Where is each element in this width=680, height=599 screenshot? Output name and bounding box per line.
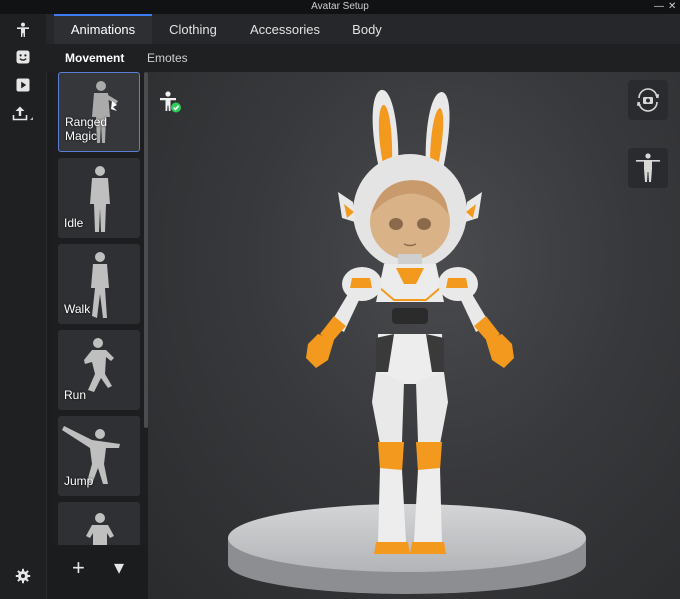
settings-rail-button[interactable] [11,564,35,588]
avatar-rail-button[interactable] [11,18,35,42]
window-title: Avatar Setup [311,1,369,12]
avatar-person-icon [17,22,29,37]
animation-card-ranged-magic[interactable]: Ranged Magic [58,72,140,152]
animation-card-label: Walk [64,302,91,316]
add-button[interactable]: + [72,557,85,579]
face-rail-button[interactable] [11,45,35,69]
play-rail-button[interactable] [11,73,35,97]
dropdown-button[interactable]: ▾ [114,557,124,579]
avatar-model [306,89,514,554]
tab-body[interactable]: Body [336,14,398,44]
face-icon [16,50,30,64]
upload-icon [12,106,33,121]
tab-accessories[interactable]: Accessories [234,14,336,44]
left-rail [0,14,47,599]
animation-card-label: Run [64,388,87,402]
animation-card-label: Idle [64,216,84,230]
close-button[interactable]: ✕ [668,1,676,13]
animation-card-idle[interactable]: Idle [58,158,140,238]
play-icon [16,78,30,92]
animation-card-label: Jump [64,474,94,488]
title-bar: Avatar Setup — ✕ [0,0,680,14]
subtab-emotes[interactable]: Emotes [147,51,188,65]
category-tabs: Animations Clothing Accessories Body [46,14,680,46]
minimize-button[interactable]: — [654,1,664,13]
animation-card-jump[interactable]: Jump [58,416,140,496]
gear-icon [15,568,31,584]
animation-card-walk[interactable]: Walk [58,244,140,324]
animation-card-run[interactable]: Run [58,330,140,410]
tab-animations[interactable]: Animations [54,14,152,46]
subtab-movement[interactable]: Movement [65,51,124,65]
animation-list: Ranged Magic Idle Walk Run Jump [52,72,148,599]
tab-clothing[interactable]: Clothing [152,14,234,44]
animation-subtabs: Movement Emotes [46,44,680,72]
animation-card-label: Ranged Magic [65,115,108,143]
upload-rail-button[interactable] [11,102,35,126]
list-footer: + ▾ [52,545,148,599]
avatar-viewport[interactable] [148,72,680,599]
idle-pose-thumbnail [90,166,110,232]
